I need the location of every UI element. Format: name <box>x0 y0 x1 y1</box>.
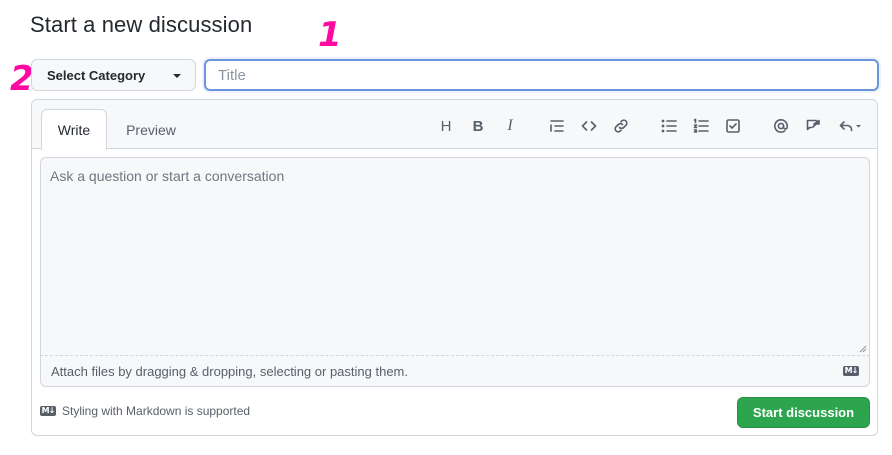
unordered-list-icon[interactable] <box>658 115 680 137</box>
tab-preview[interactable]: Preview <box>116 109 186 150</box>
markdown-icon <box>40 405 56 417</box>
title-input[interactable] <box>204 59 879 91</box>
comment-textarea[interactable]: Ask a question or start a conversation <box>40 157 870 356</box>
markdown-note[interactable]: Styling with Markdown is supported <box>40 404 250 418</box>
code-icon[interactable] <box>578 115 600 137</box>
annotation-1: 1 <box>318 15 342 55</box>
markdown-icon <box>843 365 859 377</box>
tab-write[interactable]: Write <box>41 109 107 150</box>
attach-files-text: Attach files by dragging & dropping, sel… <box>51 363 408 379</box>
link-icon[interactable] <box>610 115 632 137</box>
quote-icon[interactable] <box>546 115 568 137</box>
markdown-note-text: Styling with Markdown is supported <box>62 404 251 418</box>
heading-icon[interactable]: H <box>435 115 457 137</box>
resize-grip-icon[interactable] <box>859 345 867 353</box>
bold-icon[interactable]: B <box>467 115 489 137</box>
ordered-list-icon[interactable] <box>690 115 712 137</box>
italic-icon[interactable]: I <box>499 115 521 137</box>
caret-down-icon <box>173 74 181 78</box>
page-title: Start a new discussion <box>30 12 253 37</box>
reply-icon[interactable] <box>834 115 866 137</box>
editor-header: Write Preview H B I <box>32 100 877 150</box>
category-select[interactable]: Select Category <box>31 59 196 91</box>
mention-icon[interactable] <box>770 115 792 137</box>
task-list-icon[interactable] <box>722 115 744 137</box>
start-discussion-button[interactable]: Start discussion <box>737 397 870 428</box>
comment-editor: Write Preview H B I Ask a question or st… <box>31 99 878 436</box>
attach-files-bar[interactable]: Attach files by dragging & dropping, sel… <box>40 356 870 387</box>
reference-icon[interactable] <box>802 115 824 137</box>
textarea-placeholder: Ask a question or start a conversation <box>50 168 285 184</box>
category-select-label: Select Category <box>47 67 146 83</box>
